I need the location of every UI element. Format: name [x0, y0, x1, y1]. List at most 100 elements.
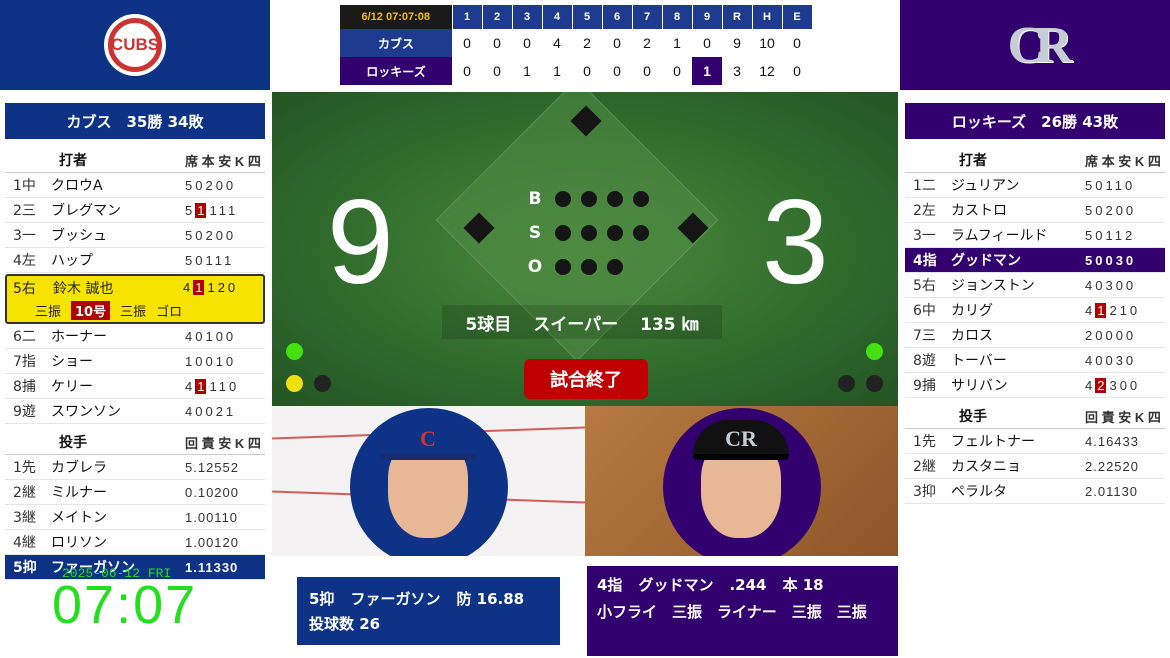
batter-name: ケリー	[51, 379, 93, 395]
pitcher-row[interactable]: 3継 メイトン 1.00110	[5, 505, 265, 530]
clock-time: 07:07	[52, 575, 198, 635]
ball-indicator	[607, 191, 623, 207]
inning-header: 6	[602, 5, 633, 29]
pitcher-name: カスタニョ	[951, 459, 1021, 475]
pitcher-photo: C	[272, 406, 585, 556]
batter-row[interactable]: 1二 ジュリアン 50110	[905, 173, 1165, 198]
batter-row-current[interactable]: 4指 グッドマン 50030	[905, 248, 1165, 273]
batter-name: カストロ	[951, 203, 1007, 219]
pitcher-row[interactable]: 3抑 ペラルタ 2.01130	[905, 479, 1165, 504]
batter-row[interactable]: 8遊 トーバー 40030	[905, 348, 1165, 373]
errors-header: E	[782, 5, 813, 29]
pitch-type: スイーパー	[533, 314, 619, 335]
inning-header: 7	[632, 5, 663, 29]
batter-row[interactable]: 7三 カロス 20000	[905, 323, 1165, 348]
batter-position: 1中	[13, 178, 36, 194]
batter-info-line1: 4指 グッドマン .244 本 18	[597, 572, 888, 599]
hr-badge: 1	[195, 378, 207, 394]
batter-row[interactable]: 3一 ブッシュ 50200	[5, 223, 265, 248]
batter-name: グッドマン	[638, 576, 714, 594]
batter-position: 9捕	[913, 378, 936, 394]
pitcher-row[interactable]: 1先 カブレラ 5.12552	[5, 455, 265, 480]
pitch-speed: 135 ㎞	[640, 314, 699, 335]
batter-row[interactable]: 6中 カリグ 4 1 210	[905, 298, 1165, 323]
inning-header: 1	[452, 5, 483, 29]
total-runs: 9	[722, 29, 752, 57]
away-score: 9	[327, 175, 394, 309]
batter-name: グッドマン	[951, 253, 1021, 269]
stat-pa: 4	[1085, 302, 1096, 318]
batter-position: 3一	[913, 228, 936, 244]
batter-row[interactable]: 4左 ハップ 50111	[5, 248, 265, 273]
pitch-number: 5球目	[465, 314, 512, 335]
pitcher-row[interactable]: 4継 ロリソン 1.00120	[5, 530, 265, 555]
pitcher-stats: 1.00120	[185, 534, 239, 550]
batter-position: 9遊	[13, 404, 36, 420]
stat-rest: 120	[207, 280, 239, 295]
batter-position: 8捕	[13, 379, 36, 395]
batter-position: 1二	[913, 178, 936, 194]
batter-name: ジョンストン	[951, 278, 1035, 294]
out-indicator	[581, 259, 597, 275]
total-hits: 12	[752, 57, 782, 85]
pitcher-row[interactable]: 2継 カスタニョ 2.22520	[905, 454, 1165, 479]
rockies-logo: CR	[1007, 16, 1072, 74]
at-bat-result: ゴロ	[156, 304, 183, 320]
batting-header-row: 打者 席 本 安 K 四	[905, 148, 1165, 173]
inning-score: 0	[572, 57, 602, 85]
home-run-number-badge: 10号	[71, 300, 111, 320]
total-errors: 0	[782, 57, 812, 85]
pitcher-row[interactable]: 1先 フェルトナー 4.16433	[905, 429, 1165, 454]
pitcher-role: 5抑	[309, 590, 335, 608]
pitcher-stats: 2.01130	[1085, 483, 1139, 499]
pitching-header-cols: 回 責 安 K 四	[185, 435, 261, 451]
batter-stats: 40030	[1085, 352, 1137, 368]
batter-row[interactable]: 9遊 スワンソン 40021	[5, 399, 265, 424]
batter-stats: 5 1 111	[185, 202, 265, 218]
out-indicator	[607, 259, 623, 275]
batter-row[interactable]: 1中 クロウA 50200	[5, 173, 265, 198]
stat-rest: 110	[209, 378, 240, 394]
inning-score: 0	[452, 29, 482, 57]
batter-row[interactable]: 9捕 サリバン 4 2 300	[905, 373, 1165, 398]
inning-score: 0	[482, 29, 512, 57]
batter-row[interactable]: 7指 ショー 10010	[5, 349, 265, 374]
batter-stats: 50030	[1085, 252, 1137, 268]
game-over-button[interactable]: 試合終了	[524, 359, 648, 399]
batter-row[interactable]: 3一 ラムフィールド 50112	[905, 223, 1165, 248]
batter-row[interactable]: 8捕 ケリー 4 1 110	[5, 374, 265, 399]
batter-position: 2左	[913, 203, 936, 219]
current-batter-card[interactable]: 5右 鈴木 誠也 4 1 120 三振 10号 三振 ゴロ	[5, 274, 265, 324]
pitcher-stats: 5.12552	[185, 459, 239, 475]
pitcher-role: 3抑	[913, 484, 936, 500]
total-runs: 3	[722, 57, 752, 85]
cubs-roster: 打者席 本 安 K 四 1中 クロウA 50200 2三 ブレグマン 5 1 111 3一ブ…	[5, 148, 265, 580]
pitcher-row[interactable]: 2継 ミルナー 0.10200	[5, 480, 265, 505]
batter-position: 7指	[13, 354, 36, 370]
inning-header: 2	[482, 5, 513, 29]
pitch-count: 投球数 26	[309, 615, 381, 633]
batter-row[interactable]: 2三 ブレグマン 5 1 111	[5, 198, 265, 223]
inning-score: 1	[662, 29, 692, 57]
pitcher-role: 5抑	[13, 560, 37, 576]
pitcher-era: 防 16.88	[456, 590, 525, 608]
hr-badge: 1	[1095, 302, 1107, 318]
cubs-record-header: カブス 35勝 34敗	[5, 103, 265, 139]
inning-header: 4	[542, 5, 573, 29]
linescore-table: 6/12 07:07:08 1 2 3 4 5 6 7 8 9 R H E カブ…	[340, 5, 813, 85]
batter-row[interactable]: 6二 ホーナー 40100	[5, 324, 265, 349]
home-indicator-off	[838, 375, 855, 392]
linescore-home-row: ロッキーズ 0 0 1 1 0 0 0 0 1 3 12 0	[340, 57, 812, 85]
home-score: 3	[762, 175, 829, 309]
stat-rest: 111	[209, 202, 239, 218]
batter-row[interactable]: 2左 カストロ 50200	[905, 198, 1165, 223]
batter-position: 4左	[13, 253, 36, 269]
batter-name: ショー	[51, 354, 93, 370]
batter-stats: 20000	[1085, 327, 1137, 343]
batter-row[interactable]: 5右 ジョンストン 40300	[905, 273, 1165, 298]
total-errors: 0	[782, 29, 812, 57]
strike-indicator	[555, 225, 571, 241]
ball-indicator	[633, 191, 649, 207]
pitching-header-row: 投手 回 責 安 K 四	[905, 404, 1165, 429]
balls-row: B	[520, 182, 654, 216]
